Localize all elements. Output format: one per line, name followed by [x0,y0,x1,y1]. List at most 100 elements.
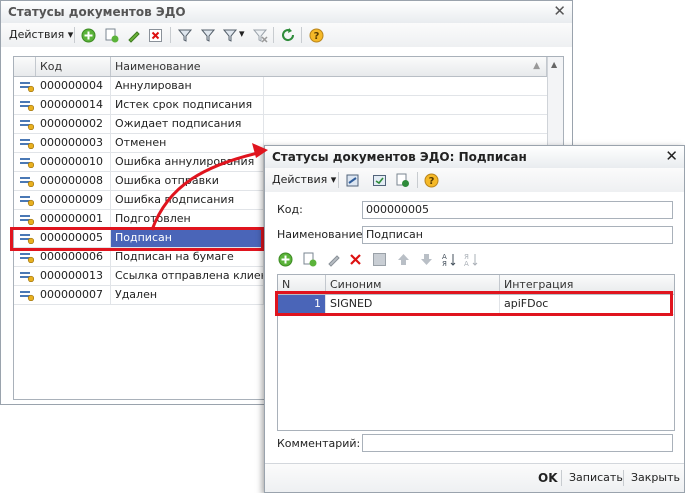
filter-icon[interactable] [200,27,216,43]
table-row[interactable]: 000000004 Аннулирован [14,77,547,96]
refresh-icon[interactable] [280,27,296,43]
toolbar-separator [338,172,339,188]
catalog-item-icon [20,289,35,302]
code-cell: 000000013 [36,267,111,285]
column-header-name[interactable]: Наименование ▲ [111,57,547,76]
highlight-synonym-row [275,291,673,316]
name-field[interactable]: Подписан [362,226,673,244]
code-field[interactable]: 000000005 [362,201,673,219]
name-cell: Удален [111,286,264,304]
code-label: Код: [277,203,303,216]
svg-text:A: A [464,260,469,267]
catalog-item-icon [20,175,35,188]
scroll-up-icon[interactable]: ▲ [551,60,557,69]
code-cell: 000000014 [36,96,111,114]
main-actions-label: Действия [9,28,65,41]
code-cell: 000000003 [36,134,111,152]
code-cell: 000000008 [36,172,111,190]
column-header-code[interactable]: Код [36,57,111,76]
name-cell: Ошибка подписания [111,191,264,209]
edit-icon[interactable] [125,27,141,43]
toolbar-separator [74,27,75,43]
name-cell: Ожидает подписания [111,115,264,133]
clear-filter-icon[interactable] [252,27,268,43]
highlight-selected-row [10,227,264,251]
footer-separator [623,470,624,486]
main-toolbar: Действия ▾ ▾ ? [1,23,572,47]
move-down-icon[interactable] [418,251,434,267]
detail-toolbar: Действия ▾ ? [265,168,684,192]
code-cell: 000000004 [36,77,111,95]
name-cell: Ошибка отправки [111,172,264,190]
copy-row-icon[interactable] [301,251,317,267]
toolbar-separator [301,27,302,43]
code-cell: 000000002 [36,115,111,133]
detail-actions-menu[interactable]: Действия ▾ [272,173,336,186]
reread-icon[interactable] [394,172,410,188]
sort-asc-icon[interactable]: AЯ [441,251,457,267]
catalog-item-icon [20,156,35,169]
move-up-icon[interactable] [395,251,411,267]
detail-footer: OK Записать Закрыть [265,463,684,492]
svg-text:?: ? [313,31,319,42]
name-cell: Истек срок подписания [111,96,264,114]
comment-field[interactable] [362,434,673,452]
chevron-down-icon[interactable]: ▾ [239,27,245,40]
main-window-title: Статусы документов ЭДО [8,5,186,19]
filter-dropdown-icon[interactable] [222,27,238,43]
detail-close-icon[interactable]: ✕ [665,148,678,164]
detail-window: Статусы документов ЭДО: Подписан ✕ Дейст… [264,145,685,493]
post-icon[interactable] [344,172,360,188]
table-row[interactable]: 000000014 Истек срок подписания [14,96,547,115]
delete-icon[interactable] [147,27,163,43]
filter-list-icon[interactable] [177,27,193,43]
catalog-item-icon [20,80,35,93]
comment-label: Комментарий: [277,437,361,450]
delete-row-icon[interactable] [347,251,363,267]
code-cell: 000000009 [36,191,111,209]
toolbar-separator [417,172,418,188]
name-cell: Отменен [111,134,264,152]
table-header: Код Наименование ▲ [14,57,563,77]
footer-separator [561,470,562,486]
name-cell: Аннулирован [111,77,264,95]
svg-text:?: ? [428,176,434,187]
toolbar-separator [170,27,171,43]
edit-row-icon[interactable] [325,251,341,267]
toolbar-separator [273,27,274,43]
code-cell: 000000001 [36,210,111,228]
catalog-item-icon [20,137,35,150]
add-row-icon[interactable] [277,251,293,267]
ok-button[interactable]: OK [538,471,558,485]
column-header-name-label: Наименование [115,60,201,73]
close-button[interactable]: Закрыть [631,471,680,484]
svg-text:Я: Я [442,260,447,267]
save-button[interactable]: Записать [569,471,623,484]
detail-window-title: Статусы документов ЭДО: Подписан [272,150,527,164]
catalog-item-icon [20,251,35,264]
code-cell: 000000010 [36,153,111,171]
sort-icon: ▲ [533,61,540,71]
name-cell: Ошибка аннулирования [111,153,264,171]
name-cell: Подготовлен [111,210,264,228]
table-row[interactable]: 000000002 Ожидает подписания [14,115,547,134]
name-cell: Ссылка отправлена клиенту [111,267,264,285]
main-actions-menu[interactable]: Действия ▾ [9,28,73,41]
help-icon[interactable]: ? [423,172,439,188]
tabular-toolbar: AЯ ЯA [277,248,673,270]
catalog-item-icon [20,213,35,226]
add-icon[interactable] [80,27,96,43]
sort-desc-icon[interactable]: ЯA [463,251,479,267]
detail-actions-label: Действия [272,173,328,186]
main-close-icon[interactable]: ✕ [553,3,566,19]
catalog-item-icon [20,270,35,283]
catalog-item-icon [20,194,35,207]
catalog-item-icon [20,99,35,112]
save-record-icon[interactable] [371,172,387,188]
copy-icon[interactable] [103,27,119,43]
help-icon[interactable]: ? [308,27,324,43]
column-header-icon[interactable] [14,57,36,76]
end-edit-icon[interactable] [371,251,387,267]
name-label: Наименование: [277,228,367,241]
detail-titlebar: Статусы документов ЭДО: Подписан ✕ [265,146,684,169]
